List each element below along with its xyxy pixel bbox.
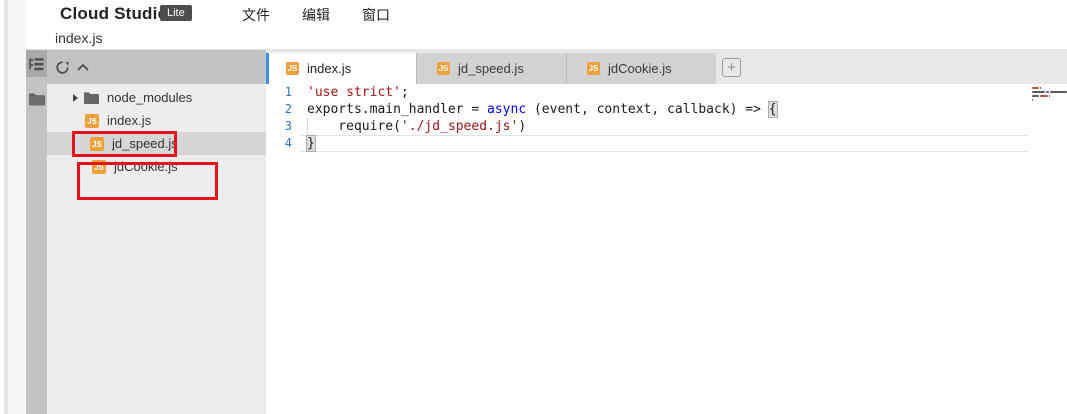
line-number-gutter: 1234 [266,84,300,152]
breadcrumb-file-name: index.js [55,30,102,46]
minimap-segment [1040,95,1048,97]
keyword-token: async [487,102,526,117]
activity-bar [26,50,47,414]
collapse-all-icon[interactable] [77,63,89,71]
code-editor[interactable]: 1234 'use strict';exports.main_handler =… [266,84,1067,414]
menu-item-1[interactable]: 编辑 [286,0,346,27]
minimap-line [1032,87,1041,89]
minimap-segment [1032,99,1033,101]
plain-token: exports.main_handler = [307,102,487,117]
tabs: JS index.js JS jd_speed.js JS jdCookie.js [266,53,716,84]
minimap-segment [1049,95,1050,97]
new-tab-button[interactable]: + [722,58,741,77]
line-number: 4 [266,135,300,152]
minimap-line [1032,91,1067,93]
code-line-4[interactable]: } [300,135,1028,152]
top-menu-bar: Cloud Studio Lite 文件编辑窗口 [26,0,1067,27]
tab-jd_speed.js[interactable]: JS jd_speed.js [416,53,566,84]
line-number: 1 [266,84,300,101]
plain-token: (event, context, callback) => [526,102,769,117]
window-left-gutter [8,0,26,414]
code-line-2[interactable]: exports.main_handler = async (event, con… [300,101,1028,118]
tree-item-index.js[interactable]: JS index.js [47,109,266,132]
tree-item-label: node_modules [107,90,192,105]
tab-label: jd_speed.js [458,61,524,76]
minimap-segment [1032,91,1045,93]
tab-jdCookie.js[interactable]: JS jdCookie.js [566,53,716,84]
tree-outline-icon [29,57,44,71]
plain-token: require( [307,119,401,134]
code-line-1[interactable]: 'use strict'; [300,84,1028,101]
folder-icon [29,93,45,106]
minimap-line [1032,95,1050,97]
line-number: 2 [266,101,300,118]
chevron-right-icon [73,94,78,102]
minimap-line [1032,99,1033,101]
folder-icon [84,92,99,104]
minimap[interactable] [1028,84,1067,414]
lite-badge: Lite [160,5,192,21]
plus-icon: + [727,60,736,75]
bracket-match-token: { [769,102,777,117]
file-explorer-panel: node_modulesJSindex.jsJSjd_speed.jsJSjdC… [47,50,266,414]
menu-item-2[interactable]: 窗口 [346,0,406,27]
minimap-segment [1032,87,1039,89]
editor-tab-bar: JS index.js JS jd_speed.js JS jdCookie.js + [266,50,1067,84]
app-logo: Cloud Studio [60,4,168,24]
indent-guide [307,118,308,135]
js-file-icon: JS [85,114,99,128]
minimap-segment [1050,91,1067,93]
js-file-icon: JS [286,62,299,75]
refresh-icon[interactable] [56,61,69,74]
string-token: './jd_speed.js' [401,119,518,134]
tab-index.js[interactable]: JS index.js [266,53,416,84]
folder-view-button[interactable] [26,86,47,113]
code-content[interactable]: 'use strict';exports.main_handler = asyn… [300,84,1028,152]
minimap-segment [1046,91,1049,93]
tree-item-label: index.js [107,113,151,128]
js-file-icon: JS [587,62,600,75]
annotation-box-1 [72,131,177,157]
line-number: 3 [266,118,300,135]
tree-item-node_modules[interactable]: node_modules [47,86,266,109]
menu-bar: 文件编辑窗口 [226,0,406,27]
plain-token: ) [518,119,526,134]
menu-item-0[interactable]: 文件 [226,0,286,27]
cloud-studio-window: Cloud Studio Lite 文件编辑窗口 index.js [0,0,1067,414]
tab-label: jdCookie.js [608,61,672,76]
explorer-tree-button[interactable] [26,50,47,77]
minimap-segment [1032,95,1039,97]
annotation-box-2 [77,162,218,200]
js-file-icon: JS [437,62,450,75]
plain-token: ; [401,85,409,100]
explorer-toolbar [47,50,266,84]
minimap-segment [1040,87,1041,89]
tab-label: index.js [307,61,351,76]
code-line-3[interactable]: require('./jd_speed.js') [300,118,1028,135]
breadcrumb: index.js [26,27,1067,50]
string-token: 'use strict' [307,85,401,100]
bracket-match-token: } [307,136,315,151]
